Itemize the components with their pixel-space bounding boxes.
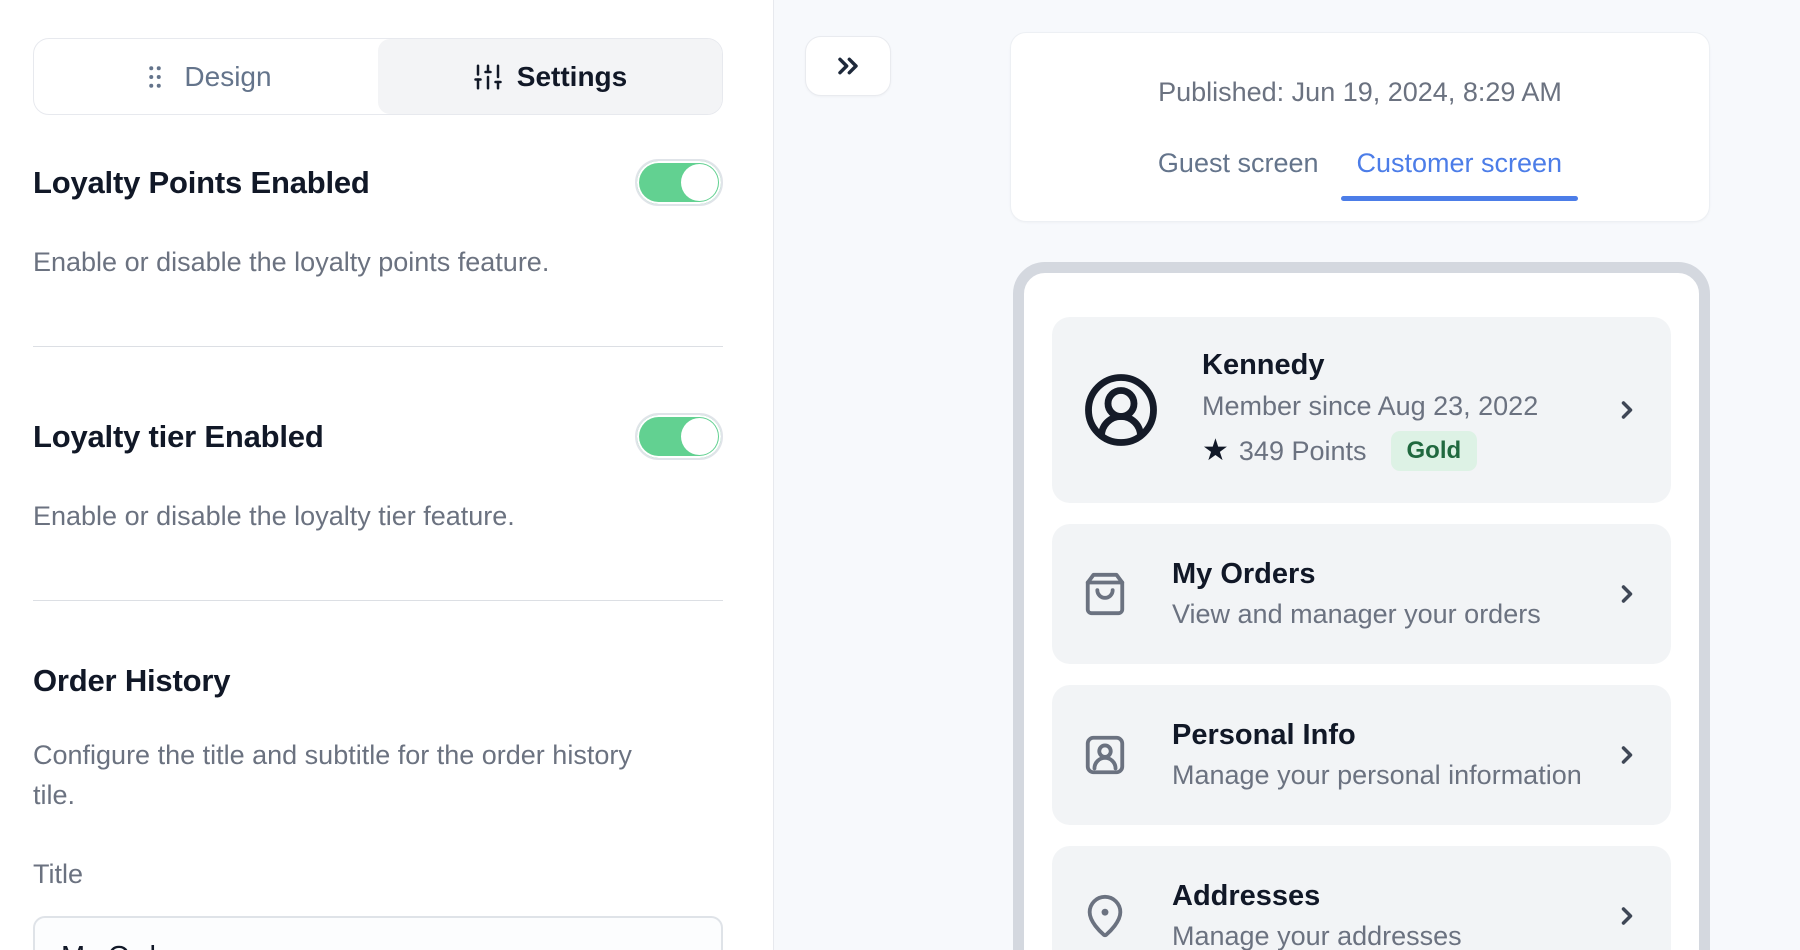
id-card-icon [1082, 732, 1128, 778]
menu-item-addresses[interactable]: Addresses Manage your addresses [1052, 846, 1671, 950]
divider [33, 346, 723, 347]
shopping-bag-icon [1082, 571, 1128, 617]
menu-item-title: Personal Info [1172, 719, 1582, 752]
star-icon: ★ [1202, 436, 1229, 466]
phone-preview-frame: Kennedy Member since Aug 23, 2022 ★ 349 … [1013, 262, 1710, 950]
loyalty-points-section: Loyalty Points Enabled Enable or disable… [33, 159, 723, 282]
loyalty-tier-toggle[interactable] [635, 413, 723, 460]
loyalty-points-title: Loyalty Points Enabled [33, 165, 370, 201]
app-root: Design Settings Loyalty Points Enabled [0, 0, 1800, 950]
chevron-right-icon [1613, 396, 1641, 424]
tab-guest-screen[interactable]: Guest screen [1156, 148, 1321, 179]
loyalty-points-description: Enable or disable the loyalty points fea… [33, 242, 673, 282]
tab-settings[interactable]: Settings [378, 39, 722, 114]
editor-tab-bar: Design Settings [33, 38, 723, 115]
loyalty-tier-title: Loyalty tier Enabled [33, 419, 324, 455]
chevron-right-icon [1613, 902, 1641, 930]
menu-item-subtitle: View and manager your orders [1172, 599, 1541, 630]
user-avatar-icon [1082, 371, 1160, 449]
title-input[interactable] [33, 916, 723, 950]
menu-item-personal-info[interactable]: Personal Info Manage your personal infor… [1052, 685, 1671, 825]
divider [33, 600, 723, 601]
member-since: Member since Aug 23, 2022 [1202, 391, 1538, 422]
menu-item-my-orders[interactable]: My Orders View and manager your orders [1052, 524, 1671, 664]
chevron-right-icon [1613, 741, 1641, 769]
chevrons-right-icon [832, 50, 864, 82]
tab-design[interactable]: Design [34, 39, 378, 114]
tab-customer-screen[interactable]: Customer screen [1355, 148, 1565, 179]
customer-name: Kennedy [1202, 349, 1538, 382]
menu-item-title: Addresses [1172, 880, 1462, 913]
tier-badge: Gold [1391, 431, 1478, 471]
published-status: Published: Jun 19, 2024, 8:29 AM [1011, 77, 1709, 108]
collapse-panel-button[interactable] [805, 36, 891, 96]
screen-tab-bar: Guest screen Customer screen [1011, 148, 1709, 179]
grip-vertical-icon [140, 62, 170, 92]
points-row: ★ 349 Points Gold [1202, 431, 1538, 471]
preview-panel: Published: Jun 19, 2024, 8:29 AM Guest s… [774, 0, 1800, 950]
menu-item-text: My Orders View and manager your orders [1172, 558, 1541, 630]
order-history-description: Configure the title and subtitle for the… [33, 735, 673, 815]
title-field-label: Title [33, 859, 723, 890]
tab-design-label: Design [184, 61, 271, 93]
toggle-knob [681, 164, 718, 201]
menu-item-subtitle: Manage your personal information [1172, 760, 1582, 791]
loyalty-points-toggle[interactable] [635, 159, 723, 206]
sliders-icon [473, 62, 503, 92]
points-value: 349 Points [1239, 436, 1367, 467]
tab-settings-label: Settings [517, 61, 627, 93]
profile-card[interactable]: Kennedy Member since Aug 23, 2022 ★ 349 … [1052, 317, 1671, 503]
order-history-title: Order History [33, 663, 723, 699]
menu-item-title: My Orders [1172, 558, 1541, 591]
toggle-knob [681, 418, 718, 455]
menu-item-text: Personal Info Manage your personal infor… [1172, 719, 1582, 791]
chevron-right-icon [1613, 580, 1641, 608]
loyalty-tier-section: Loyalty tier Enabled Enable or disable t… [33, 413, 723, 536]
profile-text: Kennedy Member since Aug 23, 2022 ★ 349 … [1202, 349, 1538, 471]
order-history-section: Order History Configure the title and su… [33, 663, 723, 950]
menu-item-text: Addresses Manage your addresses [1172, 880, 1462, 950]
loyalty-tier-description: Enable or disable the loyalty tier featu… [33, 496, 673, 536]
settings-editor-panel: Design Settings Loyalty Points Enabled [0, 0, 774, 950]
menu-item-subtitle: Manage your addresses [1172, 921, 1462, 950]
preview-header-card: Published: Jun 19, 2024, 8:29 AM Guest s… [1010, 32, 1710, 222]
map-pin-icon [1082, 893, 1128, 939]
